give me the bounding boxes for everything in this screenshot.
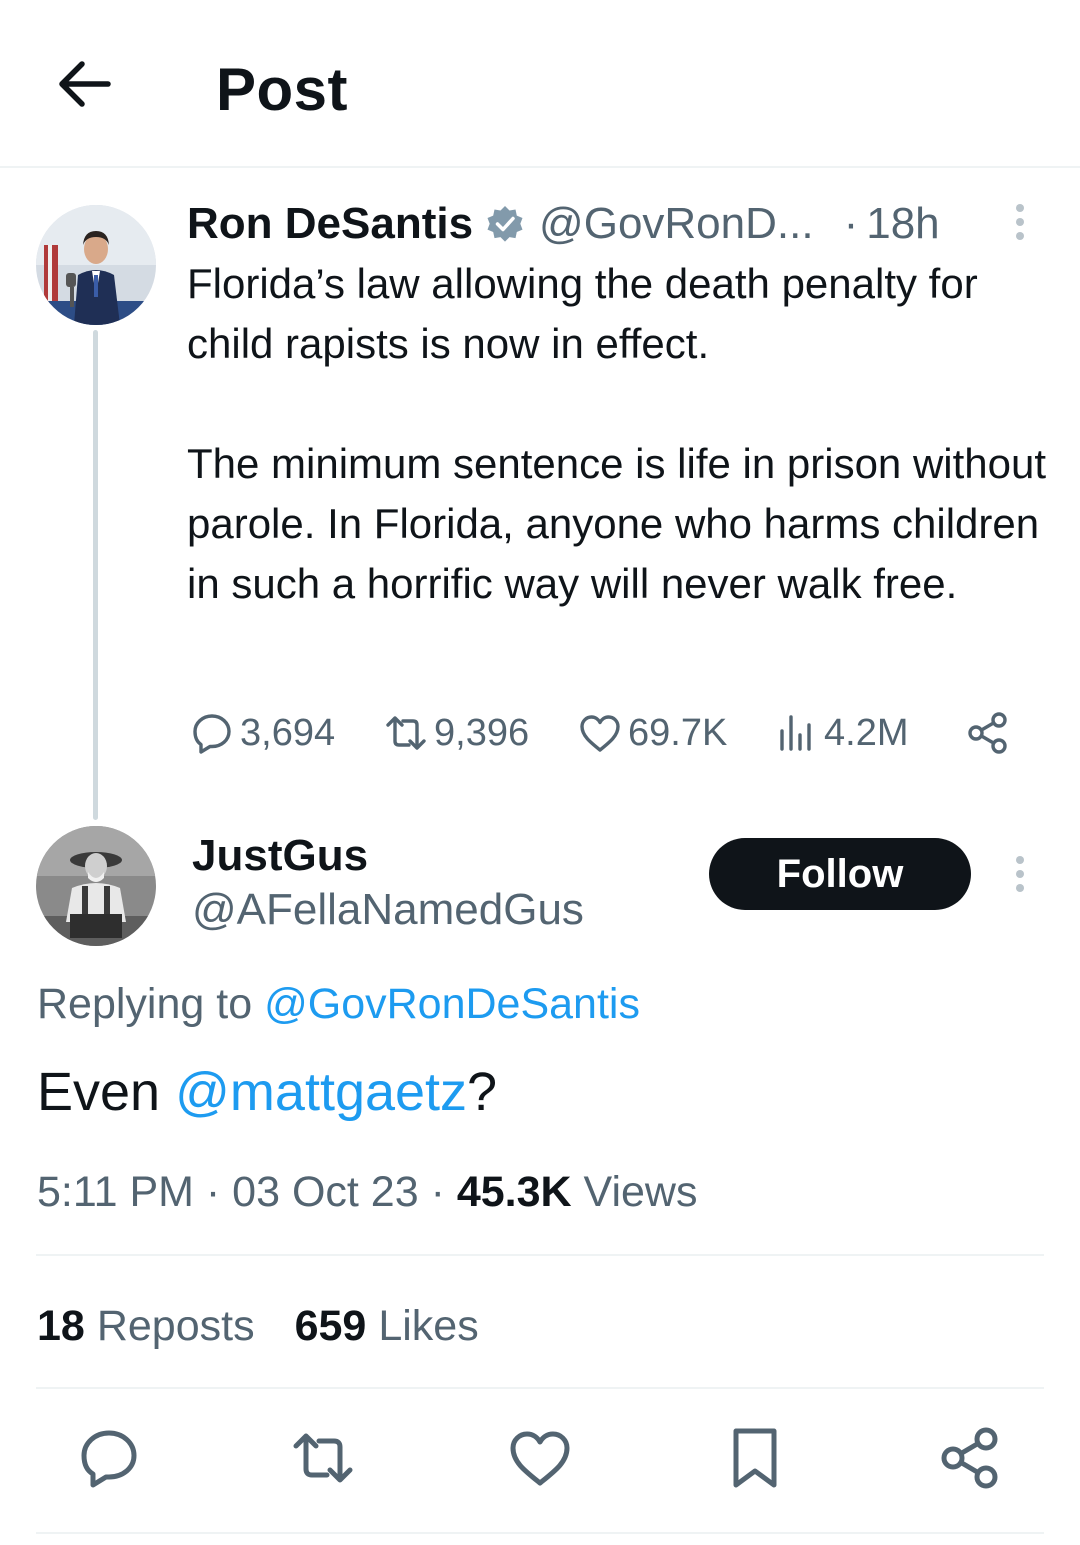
repost-button[interactable]: 9,396 — [384, 711, 578, 755]
author-name[interactable]: Ron DeSantis — [187, 199, 473, 249]
reply-icon[interactable] — [76, 1425, 142, 1491]
author-handle[interactable]: @AFellaNamedGus — [192, 884, 584, 936]
thread-line — [93, 330, 98, 820]
views-count: 45.3K — [456, 1168, 572, 1216]
tweet-meta: 5:11 PM · 03 Oct 23 · 45.3K Views — [37, 1168, 698, 1216]
heart-icon — [580, 715, 620, 752]
reply-icon — [193, 714, 231, 754]
more-options-icon[interactable] — [1004, 852, 1036, 896]
share-icon — [968, 712, 1007, 754]
repost-count: 9,396 — [434, 711, 530, 754]
separator-dot: · — [843, 199, 859, 248]
follow-button[interactable]: Follow — [709, 838, 971, 910]
share-button[interactable] — [966, 711, 1016, 755]
avatar[interactable] — [36, 205, 156, 325]
reposts-stat[interactable]: 18 Reposts — [37, 1300, 255, 1352]
tweet-time[interactable]: 5:11 PM — [37, 1168, 194, 1216]
author-handle[interactable]: @GovRonD... — [539, 199, 814, 249]
likes-stat[interactable]: 659 Likes — [295, 1300, 479, 1352]
views-button[interactable]: 4.2M — [774, 711, 966, 755]
divider — [36, 1387, 1044, 1389]
tweet-text: Florida’s law allowing the death penalty… — [187, 254, 1047, 614]
page-title: Post — [216, 56, 349, 123]
reply-text: Even @mattgaetz? — [37, 1060, 497, 1124]
tweet-actions: 3,694 9,396 69.7K 4.2M — [190, 705, 1016, 761]
verified-badge-icon[interactable] — [485, 204, 525, 244]
reply-count: 3,694 — [240, 711, 336, 754]
divider — [36, 1254, 1044, 1256]
views-count: 4.2M — [824, 711, 909, 754]
replying-to: Replying to @GovRonDeSantis — [37, 978, 640, 1030]
tweet-date[interactable]: 03 Oct 23 — [232, 1168, 418, 1216]
repost-icon[interactable] — [290, 1425, 356, 1491]
more-options-icon[interactable] — [1004, 200, 1036, 244]
like-count: 69.7K — [628, 711, 728, 754]
top-bar: Post — [0, 0, 1080, 168]
reposts-count: 18 — [37, 1302, 85, 1350]
repost-icon — [386, 716, 426, 750]
reply-button[interactable]: 3,694 — [190, 711, 384, 755]
replying-to-link[interactable]: @GovRonDeSantis — [264, 980, 640, 1028]
bookmark-icon[interactable] — [722, 1425, 788, 1491]
divider — [36, 1532, 1044, 1534]
reply-text-after: ? — [467, 1062, 498, 1122]
engagement-stats: 18 Reposts 659 Likes — [37, 1300, 479, 1352]
tweet-header: Ron DeSantis @GovRonD... · 18h — [187, 198, 940, 250]
tweet-paragraph: The minimum sentence is life in prison w… — [187, 440, 1047, 607]
like-button[interactable]: 69.7K — [578, 711, 774, 755]
tweet-time[interactable]: 18h — [866, 199, 939, 249]
replying-prefix: Replying to — [37, 980, 253, 1028]
author-name[interactable]: JustGus — [192, 830, 368, 882]
arrow-left-icon[interactable] — [52, 52, 116, 116]
reply-text-before: Even — [37, 1062, 161, 1122]
likes-label: Likes — [378, 1302, 479, 1350]
heart-icon[interactable] — [507, 1425, 573, 1491]
analytics-icon — [780, 715, 811, 751]
tweet-paragraph: Florida’s law allowing the death penalty… — [187, 260, 978, 367]
reposts-label: Reposts — [96, 1302, 255, 1350]
avatar[interactable] — [36, 826, 156, 946]
share-icon[interactable] — [938, 1425, 1004, 1491]
likes-count: 659 — [294, 1302, 367, 1350]
views-label: Views — [583, 1168, 698, 1216]
mention-link[interactable]: @mattgaetz — [175, 1062, 467, 1122]
bottom-action-bar — [0, 1425, 1080, 1495]
